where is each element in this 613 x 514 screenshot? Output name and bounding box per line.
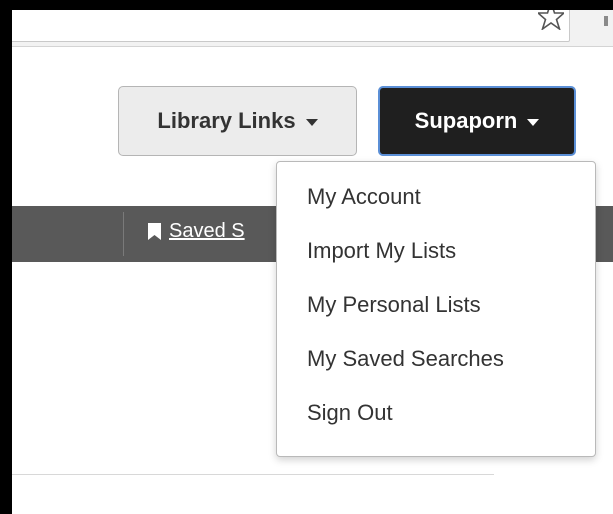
- saved-searches-label: Saved S: [169, 220, 245, 242]
- bookmark-icon: [148, 223, 161, 240]
- menu-item-my-account[interactable]: My Account: [277, 176, 595, 230]
- menu-item-sign-out[interactable]: Sign Out: [277, 392, 595, 446]
- saved-searches-link[interactable]: Saved S: [148, 220, 245, 243]
- browser-viewport: Library Links Supaporn Saved S My Accoun…: [12, 10, 613, 514]
- extension-icon[interactable]: [604, 16, 608, 26]
- address-bar[interactable]: [12, 10, 570, 42]
- menu-item-my-personal-lists[interactable]: My Personal Lists: [277, 284, 595, 338]
- chevron-down-icon: [305, 119, 318, 126]
- menu-item-my-saved-searches[interactable]: My Saved Searches: [277, 338, 595, 392]
- bookmark-star-icon[interactable]: [538, 10, 564, 30]
- library-links-button[interactable]: Library Links: [118, 86, 357, 156]
- content-divider: [12, 474, 494, 475]
- browser-toolbar: [12, 10, 613, 47]
- nav-divider: [123, 212, 124, 256]
- user-dropdown-menu: My Account Import My Lists My Personal L…: [276, 161, 596, 457]
- user-name-label: Supaporn: [414, 108, 518, 133]
- menu-item-import-my-lists[interactable]: Import My Lists: [277, 230, 595, 284]
- library-links-label: Library Links: [157, 108, 296, 133]
- chevron-down-icon: [527, 119, 540, 126]
- user-menu-button[interactable]: Supaporn: [378, 86, 576, 156]
